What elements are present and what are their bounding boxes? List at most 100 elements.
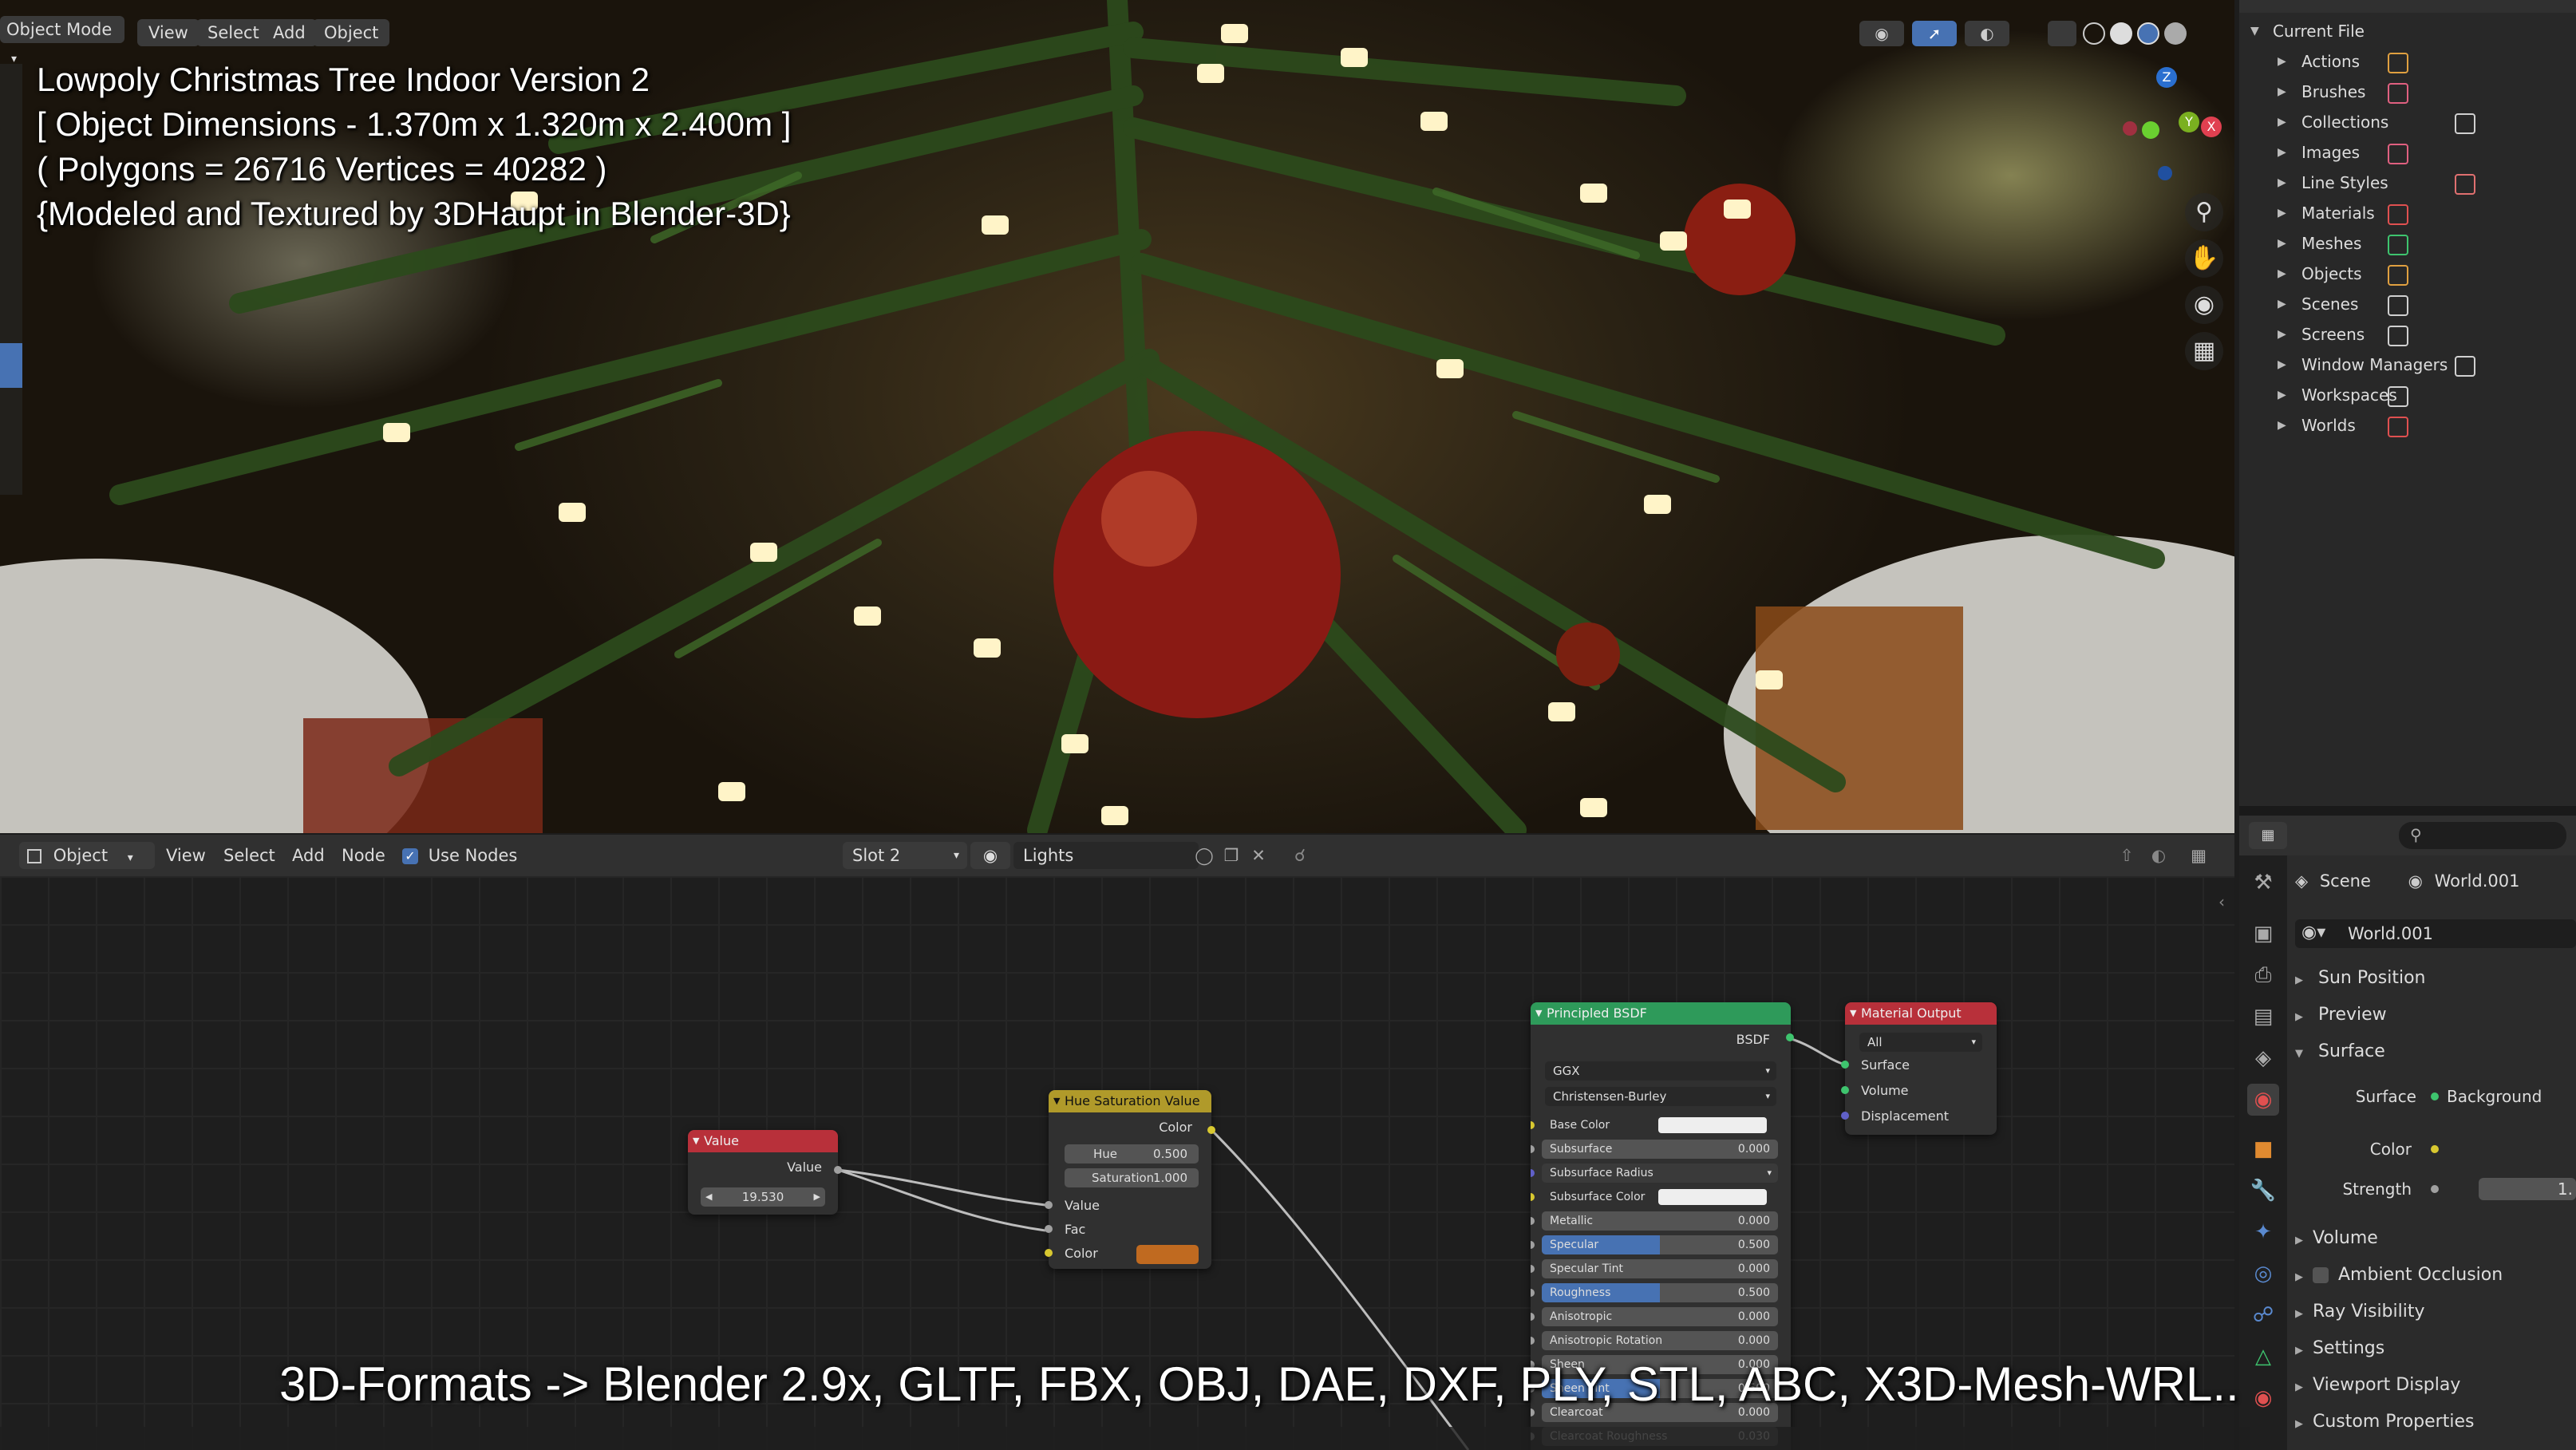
close-icon[interactable]: ✕ (1247, 842, 1270, 869)
menu-select[interactable]: Select (223, 842, 275, 869)
zoom-icon[interactable]: ⚲ (2185, 193, 2223, 231)
panel-settings[interactable]: ▶ Settings (2295, 1334, 2384, 1363)
xray-icon[interactable] (2048, 21, 2076, 46)
bsdf-field-subsurface[interactable]: Subsurface 0.000 (1542, 1140, 1778, 1159)
world-datablock-field[interactable]: ◉▾ World.001 (2295, 919, 2576, 948)
expand-arrow-icon[interactable]: ▼ (2250, 16, 2259, 46)
world-browse-icon[interactable]: ◉▾ (2301, 923, 2325, 942)
bsdf-input-socket[interactable] (1531, 1313, 1535, 1321)
bsdf-field-subsurface-radius[interactable]: ▾ Subsurface Radius (1542, 1164, 1778, 1183)
neg-y-axis-icon[interactable] (2142, 121, 2159, 139)
expand-arrow-icon[interactable]: ▶ (2278, 228, 2286, 259)
hsv-value-socket[interactable] (1045, 1201, 1053, 1209)
menu-node[interactable]: Node (342, 842, 385, 869)
panel-viewport-display[interactable]: ▶ Viewport Display (2295, 1371, 2460, 1400)
color-swatch[interactable] (1658, 1117, 1767, 1133)
collapse-arrow-icon[interactable]: ▼ (1053, 1090, 1060, 1112)
bsdf-input-socket[interactable] (1531, 1241, 1535, 1249)
outliner-item-materials[interactable]: ▶ Materials (2239, 198, 2576, 228)
outliner-item-objects[interactable]: ▶ Objects (2239, 259, 2576, 289)
panel-ray-visibility[interactable]: ▶ Ray Visibility (2295, 1298, 2425, 1326)
menu-object[interactable]: Object (313, 19, 390, 46)
panel-preview[interactable]: ▶ Preview (2295, 1001, 2387, 1029)
modifier-tab-icon[interactable]: 🔧 (2247, 1175, 2279, 1207)
value-field[interactable]: ◀ 19.530 ▶ (701, 1187, 825, 1207)
outliner-item-collections[interactable]: ▶ Collections (2239, 107, 2576, 137)
object-tab-icon[interactable]: ■ (2247, 1133, 2279, 1165)
color-swatch[interactable] (1658, 1189, 1767, 1205)
outliner-item-actions[interactable]: ▶ Actions (2239, 46, 2576, 77)
outliner-item-meshes[interactable]: ▶ Meshes (2239, 228, 2576, 259)
surface-input-socket[interactable] (1841, 1061, 1849, 1069)
bsdf-field-metallic[interactable]: Metallic 0.000 (1542, 1211, 1778, 1231)
particles-tab-icon[interactable]: ✦ (2247, 1216, 2279, 1248)
expand-arrow-icon[interactable]: ▶ (2278, 350, 2286, 380)
output-tab-icon[interactable]: ⎙ (2247, 959, 2279, 991)
hue-field[interactable]: Hue 0.500 (1065, 1144, 1199, 1164)
expand-arrow-icon[interactable]: ▶ (2278, 319, 2286, 350)
bsdf-field-subsurface-color[interactable]: Subsurface Color (1542, 1187, 1778, 1207)
panel-custom-properties[interactable]: ▶ Custom Properties (2295, 1408, 2474, 1436)
bsdf-field-specular[interactable]: Specular 0.500 (1542, 1235, 1778, 1254)
arrow-right-icon[interactable]: ▶ (814, 1187, 820, 1207)
outliner-item-worlds[interactable]: ▶ Worlds (2239, 410, 2576, 441)
bsdf-field-base-color[interactable]: Base Color (1542, 1116, 1778, 1135)
world-tab-icon[interactable]: ◉ (2247, 1084, 2279, 1116)
fake-user-icon[interactable]: ◯ (1192, 842, 1216, 869)
collapse-arrow-icon[interactable]: ▼ (1535, 1002, 1542, 1025)
collapse-arrow-icon[interactable]: ▼ (693, 1130, 699, 1152)
outliner-root[interactable]: ▼ Current File (2239, 16, 2576, 46)
parent-node-icon[interactable]: ⇧ (2115, 842, 2139, 869)
strength-field[interactable]: 1. (2479, 1178, 2576, 1200)
expand-arrow-icon[interactable]: ▶ (2278, 77, 2286, 107)
expand-arrow-icon[interactable]: ▶ (2278, 46, 2286, 77)
hsv-color-socket[interactable] (1045, 1249, 1053, 1257)
bsdf-input-socket[interactable] (1531, 1169, 1535, 1177)
hsv-fac-socket[interactable] (1045, 1225, 1053, 1233)
data-tab-icon[interactable]: △ (2247, 1341, 2279, 1373)
move-tool-icon[interactable] (0, 343, 22, 388)
checkbox-icon[interactable] (2313, 1267, 2329, 1283)
panel-surface[interactable]: ▼ Surface (2295, 1037, 2385, 1066)
bsdf-input-socket[interactable] (1531, 1217, 1535, 1225)
bsdf-field-roughness[interactable]: Roughness 0.500 (1542, 1283, 1778, 1302)
expand-arrow-icon[interactable]: ▶ (2278, 410, 2286, 441)
menu-view[interactable]: View (166, 842, 206, 869)
value-node[interactable]: ▼ Value Value ◀ 19.530 ▶ (688, 1130, 838, 1215)
pan-hand-icon[interactable]: ✋ (2185, 239, 2223, 278)
physics-tab-icon[interactable]: ◎ (2247, 1258, 2279, 1290)
outliner-item-brushes[interactable]: ▶ Brushes (2239, 77, 2576, 107)
expand-arrow-icon[interactable]: ▶ (2278, 198, 2286, 228)
x-axis-icon[interactable]: X (2201, 117, 2222, 137)
checkbox-icon[interactable]: ✓ (402, 848, 418, 864)
pin-icon[interactable]: ☌ (1288, 842, 1312, 869)
expand-arrow-icon[interactable]: ▶ (2278, 380, 2286, 410)
material-shading-icon[interactable] (2137, 22, 2159, 45)
hsv-node[interactable]: ▼ Hue Saturation Value Color Hue 0.500 S… (1049, 1090, 1211, 1269)
saturation-field[interactable]: Saturation 1.000 (1065, 1168, 1199, 1187)
sidebar-toggle-icon[interactable]: ‹ (2218, 892, 2225, 911)
outliner-item-window-managers[interactable]: ▶ Window Managers (2239, 350, 2576, 380)
slot-selector[interactable]: Slot 2 ▾ (843, 842, 967, 869)
camera-icon[interactable]: ◉ (2185, 286, 2223, 324)
panel-volume[interactable]: ▶ Volume (2295, 1224, 2378, 1253)
bsdf-node-header[interactable]: ▼ Principled BSDF (1531, 1002, 1791, 1025)
output-target-dropdown[interactable]: All ▾ (1859, 1033, 1982, 1052)
value-node-header[interactable]: ▼ Value (688, 1130, 838, 1152)
use-nodes-toggle[interactable]: ✓ Use Nodes (402, 842, 517, 869)
hsv-node-header[interactable]: ▼ Hue Saturation Value (1049, 1090, 1211, 1112)
material-name-field[interactable]: Lights (1013, 842, 1199, 869)
bsdf-input-socket[interactable] (1531, 1289, 1535, 1297)
overlay-toggle-icon[interactable]: ◐ (1965, 21, 2009, 46)
duplicate-icon[interactable]: ❐ (1219, 842, 1243, 869)
expand-arrow-icon[interactable]: ▶ (2278, 289, 2286, 319)
value-output-socket[interactable] (834, 1166, 842, 1174)
expand-arrow-icon[interactable]: ▶ (2278, 107, 2286, 137)
material-tab-icon[interactable]: ◉ (2247, 1382, 2279, 1414)
bsdf-output-socket[interactable] (1786, 1033, 1794, 1041)
constraints-tab-icon[interactable]: ☍ (2247, 1299, 2279, 1331)
mode-selector[interactable]: Object Mode ▾ (0, 16, 124, 65)
y-axis-icon[interactable]: Y (2179, 112, 2199, 132)
editor-type-selector[interactable]: Object ▾ (19, 842, 155, 869)
surface-value[interactable]: Background (2447, 1082, 2542, 1111)
